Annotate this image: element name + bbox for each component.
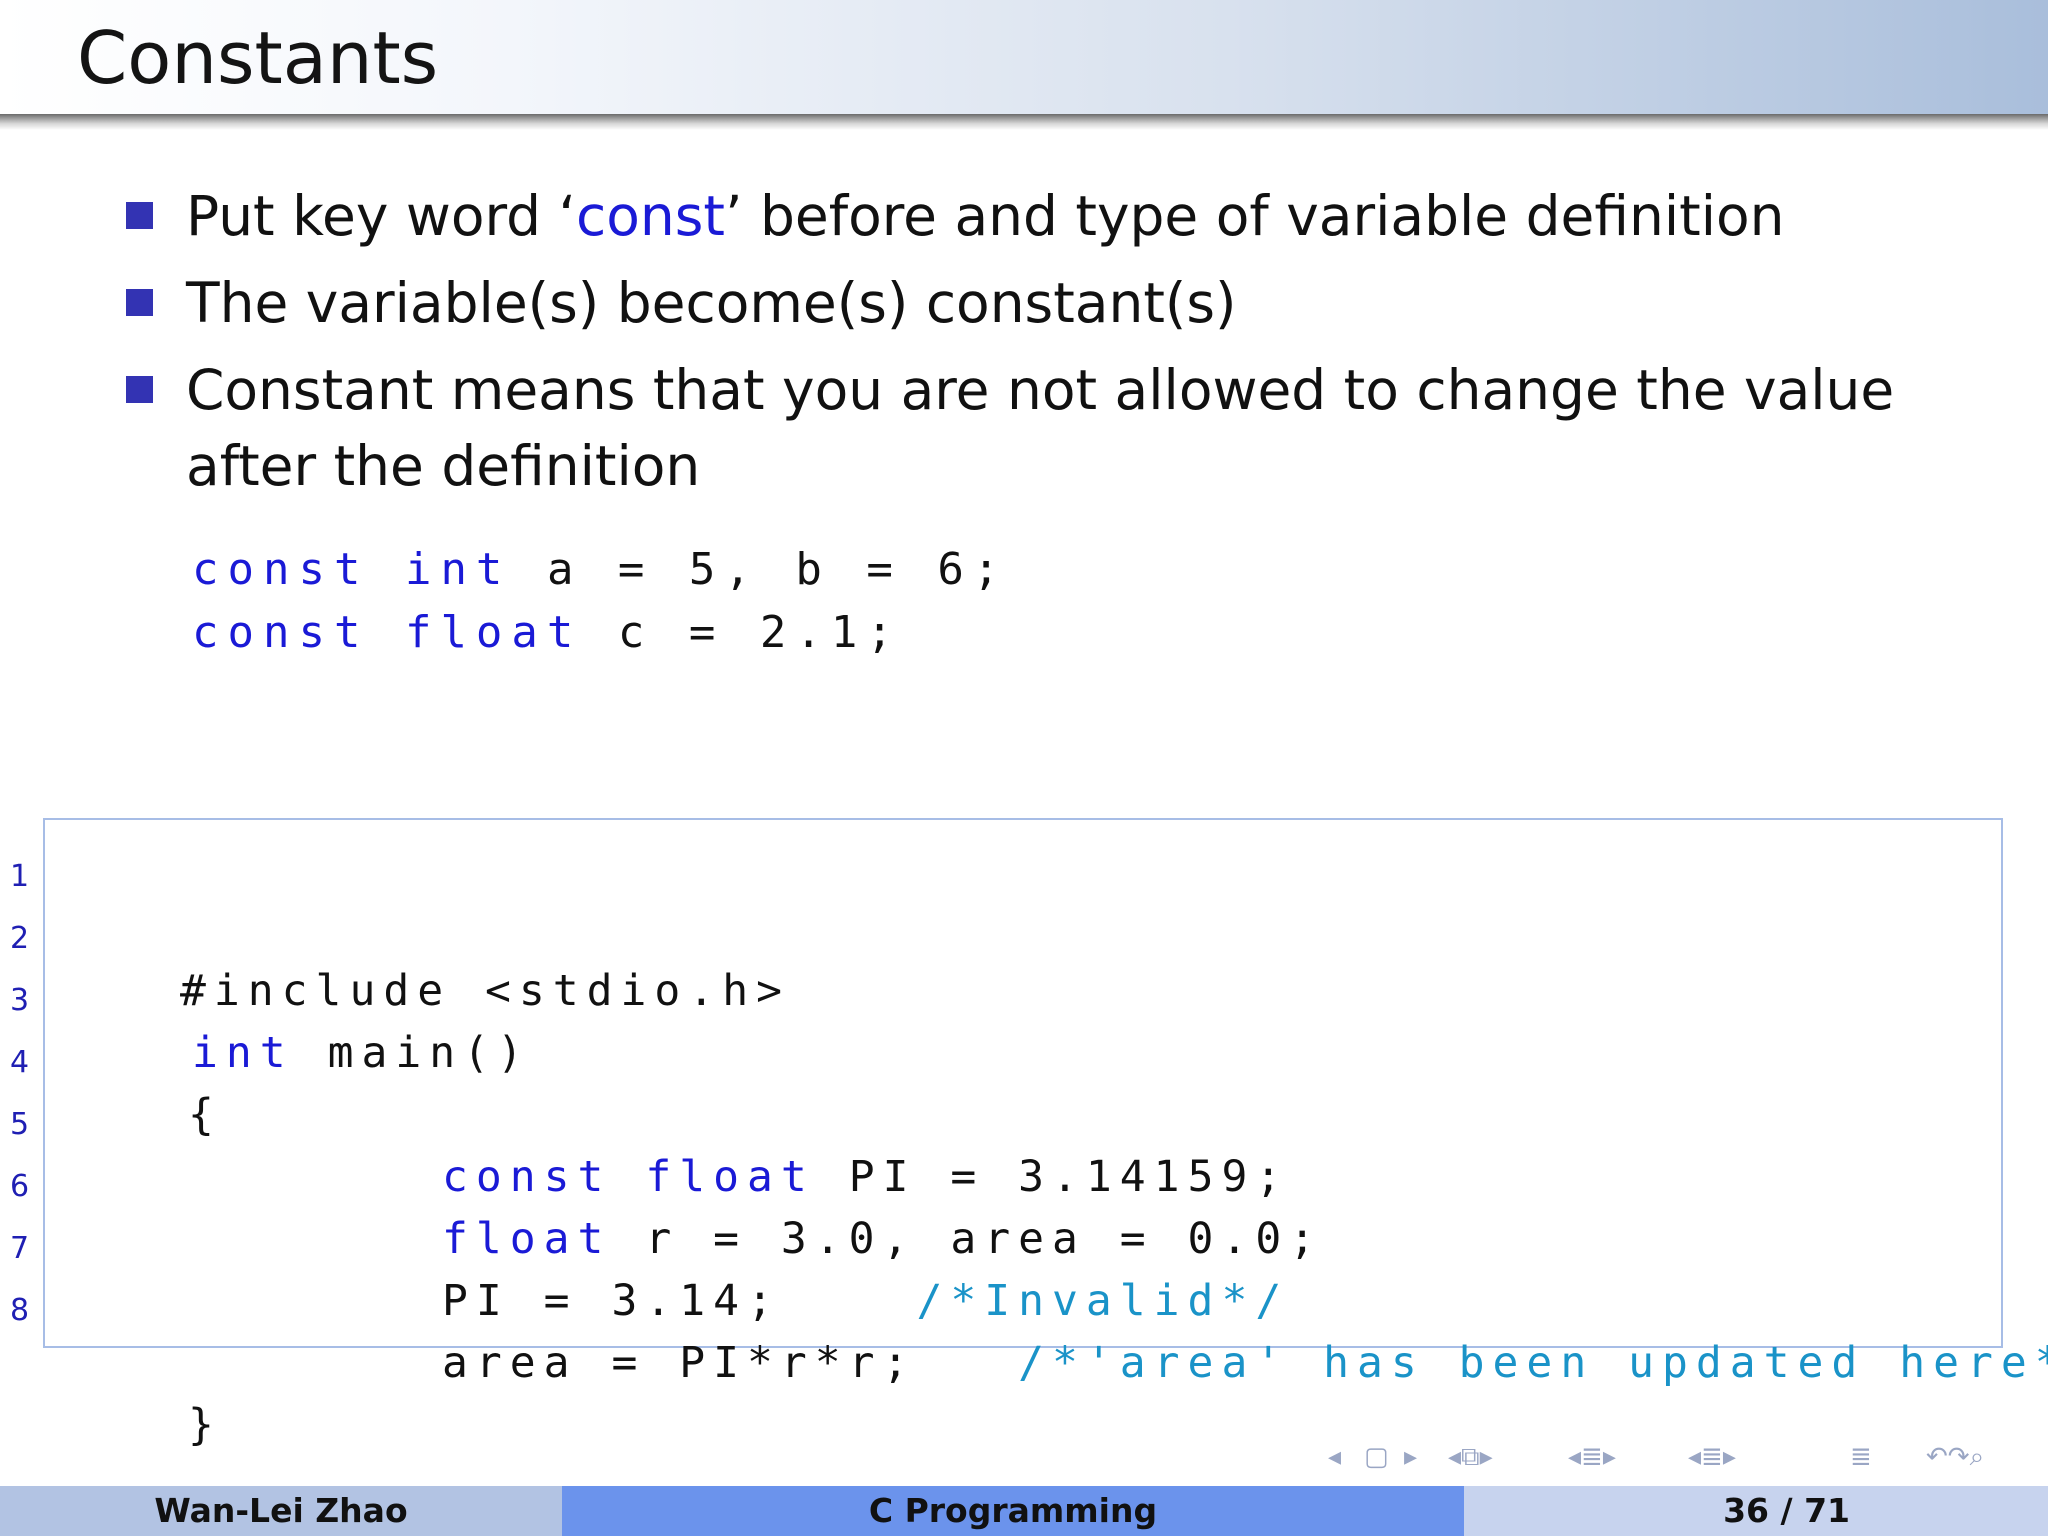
- code-text: a = 5, b = 6;: [546, 544, 1009, 595]
- nav-prev-arrow-icon[interactable]: ◂: [1328, 1442, 1341, 1472]
- code-text: area = PI*r*r;: [442, 1338, 917, 1388]
- frame-title: Constants: [77, 16, 439, 100]
- listing-line: 5 float r = 3.0, area = 0.0;: [0, 1084, 2048, 1264]
- listing-line: 4 const float PI = 3.14159;: [0, 1022, 2048, 1202]
- page-current: 36: [1723, 1491, 1770, 1530]
- page-indicator: 36 / 71: [1723, 1486, 1850, 1536]
- footer-page-number: 36 / 71: [1464, 1486, 2048, 1536]
- listing-line: 2 int main(): [0, 898, 2048, 1078]
- page-separator: /: [1769, 1491, 1805, 1530]
- listing-line: 6 PI = 3.14; /*Invalid*/: [0, 1146, 2048, 1326]
- frame-icon[interactable]: ▢: [1364, 1442, 1389, 1472]
- section-icon[interactable]: ◂≣▸: [1568, 1442, 1616, 1472]
- bullet-text: Constant means that you are not allowed …: [186, 358, 1895, 498]
- code-text: c = 2.1;: [617, 607, 902, 658]
- code-comment: /*'area' has been updated here*/: [1018, 1338, 2048, 1388]
- bullet-square-icon: [126, 289, 153, 316]
- bullet-text-after: ’ before and type of variable definition: [725, 184, 1785, 248]
- search-icon[interactable]: ≣: [1850, 1442, 1872, 1472]
- footer: Wan-Lei Zhao C Programming 36 / 71: [0, 1486, 2048, 1536]
- keyword-const: const: [576, 184, 725, 248]
- code-keyword: const: [192, 544, 370, 595]
- subsection-icon[interactable]: ◂⧉▸: [1448, 1442, 1493, 1473]
- bullet-text: The variable(s) become(s) constant(s): [186, 271, 1237, 335]
- code-keyword: int: [404, 544, 512, 595]
- bullet-square-icon: [126, 376, 153, 403]
- frame-title-shadow: [0, 114, 2048, 130]
- code-line: const int a = 5, b = 6;: [192, 538, 1008, 601]
- navigation-symbols: ◂ ▢ ▸ ◂⧉▸ ◂≣▸ ◂≣▸ ≣ ↶↷⌕: [1320, 1442, 2040, 1482]
- document-icon[interactable]: ◂≣▸: [1688, 1442, 1736, 1472]
- code-keyword: const: [192, 607, 370, 658]
- code-listing: 1 #include <stdio.h> 2 int main() 3 { 4 …: [0, 836, 2048, 1450]
- line-code: }: [188, 1394, 222, 1456]
- undo-icon[interactable]: ↶↷⌕: [1926, 1442, 1984, 1473]
- code-keyword: float: [404, 607, 583, 658]
- page-total: 71: [1804, 1491, 1850, 1530]
- code-line: const float c = 2.1;: [192, 601, 1008, 664]
- listing-line: 7 area = PI*r*r; /*'area' has been updat…: [0, 1208, 2048, 1388]
- listing-line: 3 {: [0, 960, 2048, 1140]
- bullet-text: Put key word ‘const’ before and type of …: [186, 178, 1946, 254]
- listing-line: 1 #include <stdio.h>: [0, 836, 2048, 1016]
- bullet-square-icon: [126, 202, 153, 229]
- footer-title: C Programming: [562, 1486, 1464, 1536]
- inline-code-block: const int a = 5, b = 6; const float c = …: [192, 538, 1008, 664]
- line-code: area = PI*r*r; /*'area' has been updated…: [442, 1332, 2048, 1394]
- line-number: 8: [10, 1293, 30, 1328]
- footer-author: Wan-Lei Zhao: [0, 1486, 562, 1536]
- code-text: }: [188, 1400, 222, 1450]
- bullet-text-before: Put key word ‘: [186, 184, 577, 248]
- listing-line: 8 }: [0, 1270, 2048, 1450]
- nav-next-arrow-icon[interactable]: ▸: [1404, 1442, 1417, 1472]
